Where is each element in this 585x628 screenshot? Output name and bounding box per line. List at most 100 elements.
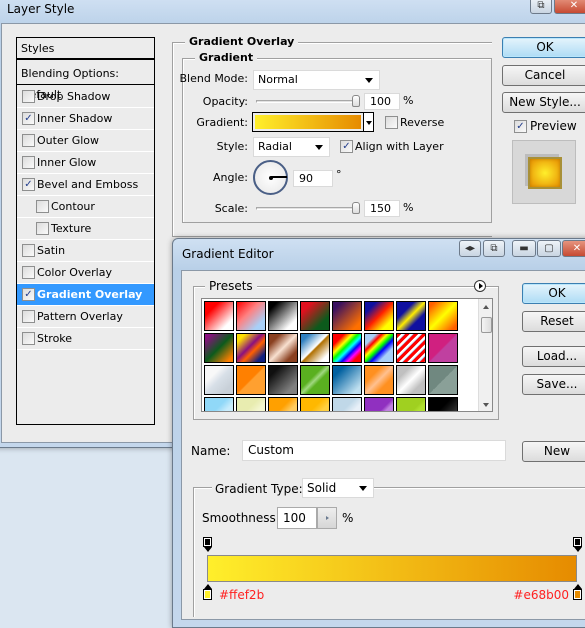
preset-swatch[interactable] — [364, 333, 394, 363]
layer-style-titlebar[interactable]: Layer Style — [0, 0, 585, 21]
load-button[interactable]: Load... — [522, 346, 585, 367]
style-item-checkbox[interactable]: ✓ — [22, 178, 35, 191]
scale-slider-thumb[interactable] — [352, 202, 360, 214]
preset-swatch[interactable] — [204, 397, 234, 411]
preset-swatch[interactable] — [236, 365, 266, 395]
preset-swatch[interactable] — [300, 301, 330, 331]
blend-mode-select[interactable]: Normal — [253, 70, 380, 90]
style-item-checkbox[interactable]: ✓ — [22, 112, 35, 125]
preset-swatch[interactable] — [332, 301, 362, 331]
preset-swatch[interactable] — [268, 397, 298, 411]
preset-swatch[interactable] — [332, 397, 362, 411]
tile-button-2[interactable]: ⧉ — [483, 240, 505, 257]
scroll-thumb[interactable] — [481, 317, 492, 333]
preset-swatch[interactable] — [428, 365, 458, 395]
preset-swatch[interactable] — [268, 301, 298, 331]
preset-swatch[interactable] — [236, 301, 266, 331]
style-item-checkbox[interactable] — [22, 156, 35, 169]
preset-swatch[interactable] — [300, 397, 330, 411]
preset-swatch[interactable] — [364, 365, 394, 395]
preset-swatch[interactable] — [364, 301, 394, 331]
preset-swatch[interactable] — [236, 333, 266, 363]
align-with-layer-checkbox[interactable]: ✓ — [340, 140, 353, 153]
save-button[interactable]: Save... — [522, 374, 585, 395]
presets-scrollbar[interactable] — [478, 299, 492, 411]
gradient-preview-picker[interactable] — [252, 112, 364, 132]
opacity-slider-track[interactable] — [256, 100, 356, 103]
style-item-checkbox[interactable] — [22, 90, 35, 103]
cancel-button[interactable]: Cancel — [502, 65, 585, 86]
style-item[interactable]: Color Overlay — [17, 262, 154, 284]
gradient-swatch[interactable] — [255, 115, 361, 129]
new-button[interactable]: New — [522, 441, 585, 462]
style-item[interactable]: ✓ Inner Shadow — [17, 108, 154, 130]
close-button-2[interactable]: ✕ — [562, 240, 585, 257]
reset-button[interactable]: Reset — [522, 311, 585, 332]
styles-header[interactable]: Styles — [17, 38, 154, 60]
style-item[interactable]: Pattern Overlay — [17, 306, 154, 328]
angle-input[interactable]: 90 — [293, 170, 333, 187]
opacity-stop[interactable] — [203, 537, 212, 552]
color-stop[interactable] — [203, 584, 212, 600]
gradient-editor-ok-button[interactable]: OK — [522, 283, 585, 304]
style-select[interactable]: Radial — [253, 137, 330, 157]
smoothness-stepper[interactable] — [317, 507, 337, 529]
preset-swatch[interactable] — [204, 365, 234, 395]
preset-swatch[interactable] — [428, 301, 458, 331]
gradient-bar[interactable] — [207, 555, 577, 582]
style-item-checkbox[interactable] — [22, 244, 35, 257]
style-item[interactable]: ✓ Bevel and Emboss — [17, 174, 154, 196]
layer-style-ok-button[interactable]: OK — [502, 37, 585, 58]
style-item[interactable]: ✓ Gradient Overlay — [17, 284, 154, 306]
scale-input[interactable]: 150 — [364, 200, 400, 217]
blending-options-item[interactable]: Blending Options: Default — [17, 63, 154, 101]
color-stop[interactable] — [573, 584, 582, 600]
preset-swatch[interactable] — [396, 301, 426, 331]
opacity-slider-thumb[interactable] — [352, 95, 360, 107]
new-style-button[interactable]: New Style... — [502, 92, 585, 113]
style-item-checkbox[interactable] — [22, 332, 35, 345]
scroll-up-arrow[interactable] — [483, 305, 489, 309]
style-item-checkbox[interactable]: ✓ — [22, 288, 35, 301]
style-item-checkbox[interactable] — [22, 134, 35, 147]
style-item[interactable]: Drop Shadow — [17, 86, 154, 108]
angle-dial[interactable] — [253, 160, 288, 195]
style-item-checkbox[interactable] — [36, 222, 49, 235]
scale-slider-track[interactable] — [256, 207, 356, 210]
preset-swatch[interactable] — [236, 397, 266, 411]
style-item[interactable]: Satin — [17, 240, 154, 262]
style-item-checkbox[interactable] — [22, 266, 35, 279]
name-input[interactable]: Custom — [242, 440, 506, 461]
preset-swatch[interactable] — [268, 333, 298, 363]
preset-swatch[interactable] — [204, 333, 234, 363]
preset-swatch[interactable] — [332, 333, 362, 363]
tile-button[interactable]: ⧉ — [530, 0, 552, 14]
maximize-button[interactable]: ▢ — [537, 240, 561, 257]
expand-button[interactable]: ◂▸ — [459, 240, 481, 257]
style-item[interactable]: Outer Glow — [17, 130, 154, 152]
preset-swatch[interactable] — [332, 365, 362, 395]
preview-checkbox[interactable]: ✓ — [514, 120, 527, 133]
gradient-type-select[interactable]: Solid — [302, 478, 374, 498]
style-item[interactable]: Texture — [17, 218, 154, 240]
preset-swatch[interactable] — [428, 397, 458, 411]
style-item[interactable]: Inner Glow — [17, 152, 154, 174]
style-item[interactable]: Contour — [17, 196, 154, 218]
style-item-checkbox[interactable] — [22, 310, 35, 323]
style-item[interactable]: Stroke — [17, 328, 154, 350]
preset-swatch[interactable] — [396, 397, 426, 411]
preset-swatch[interactable] — [300, 333, 330, 363]
close-button[interactable]: ✕ — [554, 0, 585, 14]
preset-swatch[interactable] — [396, 333, 426, 363]
preset-swatch[interactable] — [268, 365, 298, 395]
reverse-checkbox[interactable] — [385, 116, 398, 129]
preset-swatch[interactable] — [204, 301, 234, 331]
gradient-dropdown-button[interactable] — [363, 112, 374, 132]
minimize-button[interactable]: ▬ — [512, 240, 536, 257]
smoothness-input[interactable]: 100 — [277, 507, 317, 529]
opacity-stop[interactable] — [573, 537, 582, 552]
scroll-down-arrow[interactable] — [483, 403, 489, 407]
preset-swatch[interactable] — [300, 365, 330, 395]
style-item-checkbox[interactable] — [36, 200, 49, 213]
preset-swatch[interactable] — [428, 333, 458, 363]
